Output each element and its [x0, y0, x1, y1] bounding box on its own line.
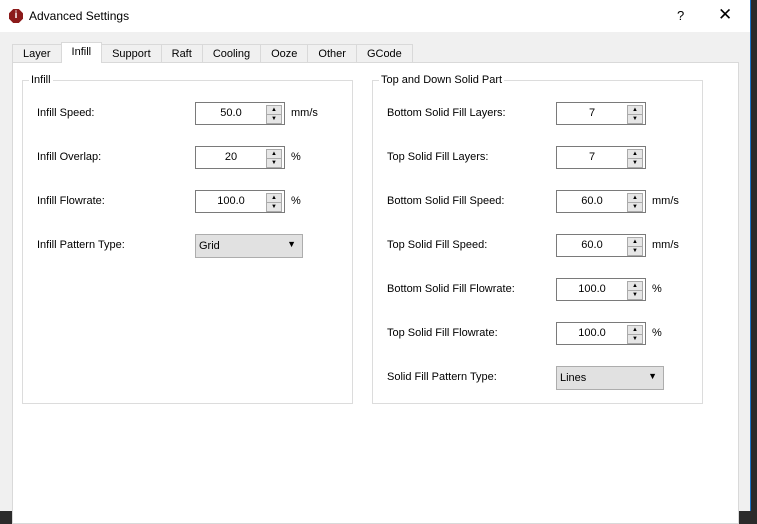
solid-spinbox-1[interactable]: 7 ▲ ▼: [556, 146, 646, 169]
solid-label-4: Bottom Solid Fill Flowrate:: [387, 283, 515, 295]
infill-pattern-dropdown[interactable]: Grid ▼: [195, 234, 303, 258]
infill-spinbox-0[interactable]: 50.0 ▲ ▼: [195, 102, 285, 125]
solid-spinbox-4[interactable]: 100.0 ▲ ▼: [556, 278, 646, 301]
dropdown-value: Grid: [199, 240, 220, 252]
tab-bar: Layer Infill Support Raft Cooling Ooze Other GC…: [12, 42, 413, 63]
tab-infill[interactable]: Infill: [60, 42, 103, 63]
spin-down-icon[interactable]: ▼: [266, 114, 282, 124]
spin-down-icon[interactable]: ▼: [627, 334, 643, 344]
solid-label-5: Top Solid Fill Flowrate:: [387, 327, 498, 339]
tab-gcode[interactable]: GCode: [355, 44, 413, 62]
dropdown-value: Lines: [560, 372, 587, 384]
close-button[interactable]: ✕: [718, 5, 732, 25]
spinbox-value: 7: [588, 107, 596, 119]
solid-group-title: Top and Down Solid Part: [379, 74, 505, 86]
infill-spinbox-1[interactable]: 20 ▲ ▼: [195, 146, 285, 169]
spinbox-value: 20: [224, 151, 238, 163]
solid-spinbox-3[interactable]: 60.0 ▲ ▼: [556, 234, 646, 257]
spinbox-value: 100.0: [217, 195, 245, 207]
tab-layer[interactable]: Layer: [12, 44, 62, 62]
spin-down-icon[interactable]: ▼: [627, 290, 643, 300]
solid-label-2: Bottom Solid Fill Speed:: [387, 195, 505, 207]
solid-part-group: Top and Down Solid Part Bottom Solid Fill…: [372, 74, 703, 404]
tab-cooling[interactable]: Cooling: [201, 44, 262, 62]
solid-spinbox-0[interactable]: 7 ▲ ▼: [556, 102, 646, 125]
spin-down-icon[interactable]: ▼: [266, 202, 282, 212]
infill-unit-2: %: [291, 195, 301, 207]
chevron-down-icon: ▼: [648, 371, 657, 381]
spinbox-value: 7: [588, 151, 596, 163]
app-logo-icon: i: [9, 9, 23, 23]
title-bar: i Advanced Settings ? ✕: [0, 0, 750, 32]
infill-group-title: Infill: [29, 74, 53, 86]
spinbox-value: 60.0: [581, 195, 603, 207]
solid-pattern-label: Solid Fill Pattern Type:: [387, 371, 497, 383]
spinbox-value: 50.0: [220, 107, 242, 119]
solid-unit-3: mm/s: [652, 239, 679, 251]
infill-unit-1: %: [291, 151, 301, 163]
infill-unit-0: mm/s: [291, 107, 318, 119]
infill-label-0: Infill Speed:: [37, 107, 95, 119]
help-button[interactable]: ?: [677, 8, 684, 23]
advanced-settings-window: i Advanced Settings ? ✕ Layer Infill Suppo…: [0, 0, 751, 524]
solid-label-3: Top Solid Fill Speed:: [387, 239, 488, 251]
tab-support[interactable]: Support: [101, 44, 162, 62]
solid-label-1: Top Solid Fill Layers:: [387, 151, 489, 163]
spin-down-icon[interactable]: ▼: [627, 246, 643, 256]
tab-raft[interactable]: Raft: [160, 44, 203, 62]
infill-pattern-label: Infill Pattern Type:: [37, 239, 125, 251]
infill-label-1: Infill Overlap:: [37, 151, 102, 163]
window-title: Advanced Settings: [29, 9, 130, 23]
solid-spinbox-2[interactable]: 60.0 ▲ ▼: [556, 190, 646, 213]
spinbox-value: 100.0: [578, 327, 606, 339]
solid-pattern-dropdown[interactable]: Lines ▼: [556, 366, 664, 390]
solid-label-0: Bottom Solid Fill Layers:: [387, 107, 506, 119]
solid-unit-2: mm/s: [652, 195, 679, 207]
tab-other[interactable]: Other: [307, 44, 357, 62]
spin-down-icon[interactable]: ▼: [627, 202, 643, 212]
spin-down-icon[interactable]: ▼: [266, 158, 282, 168]
infill-group: Infill Infill Speed: 50.0 ▲ ▼ mm/s Infill Over…: [22, 74, 353, 404]
solid-unit-5: %: [652, 327, 662, 339]
spin-down-icon[interactable]: ▼: [627, 114, 643, 124]
infill-spinbox-2[interactable]: 100.0 ▲ ▼: [195, 190, 285, 213]
chevron-down-icon: ▼: [287, 239, 296, 249]
solid-spinbox-5[interactable]: 100.0 ▲ ▼: [556, 322, 646, 345]
infill-label-2: Infill Flowrate:: [37, 195, 105, 207]
spinbox-value: 60.0: [581, 239, 603, 251]
spin-down-icon[interactable]: ▼: [627, 158, 643, 168]
tab-ooze[interactable]: Ooze: [260, 44, 309, 62]
solid-unit-4: %: [652, 283, 662, 295]
spinbox-value: 100.0: [578, 283, 606, 295]
